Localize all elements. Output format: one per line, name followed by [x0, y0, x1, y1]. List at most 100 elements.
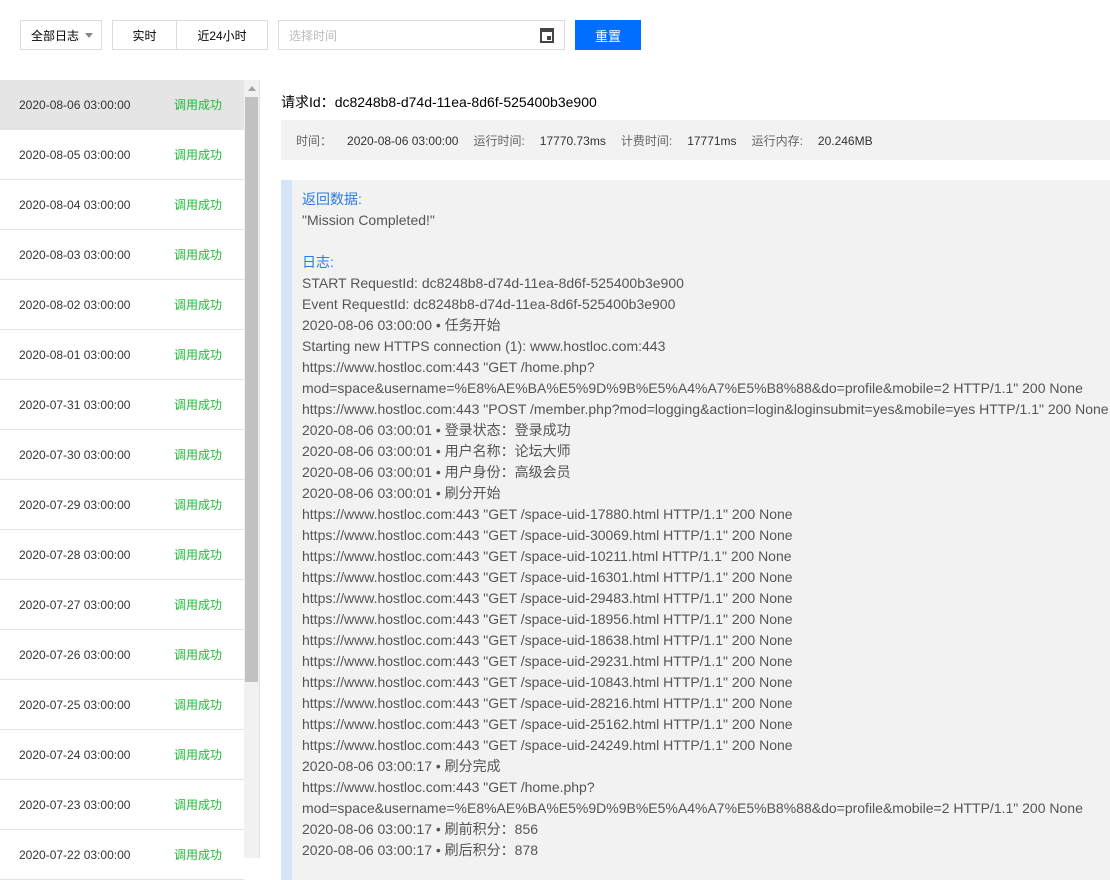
list-item[interactable]: 2020-07-23 03:00:00 调用成功	[0, 780, 244, 830]
log-line: Event RequestId: dc8248b8-d74d-11ea-8d6f…	[302, 296, 676, 312]
meta-memory: 运行内存: 20.246MB	[751, 133, 873, 148]
log-label: 日志:	[302, 254, 334, 270]
list-item[interactable]: 2020-08-05 03:00:00 调用成功	[0, 130, 244, 180]
log-line: https://www.hostloc.com:443 "GET /space-…	[302, 548, 792, 564]
list-item[interactable]: 2020-08-02 03:00:00 调用成功	[0, 280, 244, 330]
log-line: mod=space&username=%E8%AE%BA%E5%9D%9B%E5…	[302, 800, 1083, 816]
list-item-time: 2020-07-23 03:00:00	[19, 797, 131, 812]
realtime-button[interactable]: 实时	[113, 21, 177, 49]
list-item-time: 2020-08-02 03:00:00	[19, 297, 131, 312]
reset-button[interactable]: 重置	[575, 20, 641, 50]
log-line: 2020-08-06 03:00:17 • 刷分完成	[302, 758, 501, 774]
list-item-time: 2020-07-24 03:00:00	[19, 747, 131, 762]
list-item-time: 2020-07-30 03:00:00	[19, 447, 131, 462]
log-line: 2020-08-06 03:00:17 • 刷前积分：856	[302, 821, 539, 837]
list-item-status: 调用成功	[174, 348, 223, 362]
list-item-status: 调用成功	[174, 548, 223, 562]
time-range-segment: 实时 近24小时	[112, 20, 268, 50]
chevron-down-icon	[85, 32, 94, 38]
log-line: https://www.hostloc.com:443 "GET /space-…	[302, 695, 793, 711]
list-item[interactable]: 2020-08-01 03:00:00 调用成功	[0, 330, 244, 380]
invocation-meta: 时间： 2020-08-06 03:00:00 运行时间: 17770.73ms 计…	[281, 120, 1110, 160]
list-item-status: 调用成功	[174, 448, 223, 462]
request-id: 请求Id：dc8248b8-d74d-11ea-8d6f-525400b3e90…	[281, 92, 597, 112]
log-line: https://www.hostloc.com:443 "GET /space-…	[302, 653, 793, 669]
log-line: https://www.hostloc.com:443 "GET /home.p…	[302, 359, 595, 375]
list-item[interactable]: 2020-07-27 03:00:00 调用成功	[0, 580, 244, 630]
list-item-status: 调用成功	[174, 798, 223, 812]
log-line: 2020-08-06 03:00:00 • 任务开始	[302, 317, 501, 333]
list-item-time: 2020-08-06 03:00:00	[19, 97, 131, 112]
log-line: https://www.hostloc.com:443 "GET /space-…	[302, 632, 793, 648]
log-line: mod=space&username=%E8%AE%BA%E5%9D%9B%E5…	[302, 380, 1083, 396]
list-item[interactable]: 2020-07-26 03:00:00 调用成功	[0, 630, 244, 680]
scroll-up-icon[interactable]	[248, 86, 256, 91]
log-line: 2020-08-06 03:00:01 • 刷分开始	[302, 485, 501, 501]
request-id-value: dc8248b8-d74d-11ea-8d6f-525400b3e900	[334, 94, 597, 110]
list-item-status: 调用成功	[174, 198, 223, 212]
meta-time: 时间： 2020-08-06 03:00:00	[296, 133, 459, 148]
list-item-status: 调用成功	[174, 648, 223, 662]
meta-run-time: 运行时间: 17770.73ms	[473, 133, 606, 148]
log-line: Starting new HTTPS connection (1): www.h…	[302, 338, 666, 354]
log-line: 2020-08-06 03:00:01 • 用户身份：高级会员	[302, 464, 571, 480]
list-item-time: 2020-07-27 03:00:00	[19, 597, 131, 612]
request-id-label: 请求Id：	[281, 94, 335, 110]
list-item-status: 调用成功	[174, 698, 223, 712]
log-line: https://www.hostloc.com:443 "GET /space-…	[302, 716, 793, 732]
list-item-time: 2020-07-25 03:00:00	[19, 697, 131, 712]
list-item-time: 2020-08-04 03:00:00	[19, 197, 131, 212]
list-item[interactable]: 2020-07-30 03:00:00 调用成功	[0, 430, 244, 480]
log-line: https://www.hostloc.com:443 "GET /space-…	[302, 527, 793, 543]
log-line: 2020-08-06 03:00:01 • 用户名称：论坛大师	[302, 443, 571, 459]
list-item-time: 2020-07-28 03:00:00	[19, 547, 131, 562]
log-line: 2020-08-06 03:00:01 • 登录状态：登录成功	[302, 422, 571, 438]
invocation-list: 2020-08-06 03:00:00 调用成功 2020-08-05 03:00:…	[0, 80, 244, 880]
calendar-icon[interactable]	[540, 28, 554, 43]
log-line: https://www.hostloc.com:443 "GET /space-…	[302, 569, 793, 585]
list-item[interactable]: 2020-08-06 03:00:00 调用成功	[0, 80, 244, 130]
list-item-status: 调用成功	[174, 598, 223, 612]
list-item[interactable]: 2020-07-25 03:00:00 调用成功	[0, 680, 244, 730]
list-item-status: 调用成功	[174, 98, 223, 112]
log-line: https://www.hostloc.com:443 "GET /home.p…	[302, 779, 595, 795]
toolbar: 全部日志 实时 近24小时 选择时间 重置	[20, 20, 641, 50]
meta-billed-time: 计费时间: 17771ms	[620, 133, 737, 148]
scrollbar-thumb[interactable]	[245, 97, 258, 682]
list-item[interactable]: 2020-08-04 03:00:00 调用成功	[0, 180, 244, 230]
list-item[interactable]: 2020-07-31 03:00:00 调用成功	[0, 380, 244, 430]
list-item-time: 2020-07-29 03:00:00	[19, 497, 131, 512]
log-line: https://www.hostloc.com:443 "GET /space-…	[302, 506, 793, 522]
log-line: https://www.hostloc.com:443 "GET /space-…	[302, 590, 793, 606]
list-item-status: 调用成功	[174, 848, 223, 862]
list-item[interactable]: 2020-07-24 03:00:00 调用成功	[0, 730, 244, 780]
return-data-label: 返回数据:	[302, 191, 362, 207]
log-line: START RequestId: dc8248b8-d74d-11ea-8d6f…	[302, 275, 684, 291]
list-item-time: 2020-07-22 03:00:00	[19, 847, 131, 862]
log-filter-value: 全部日志	[31, 28, 80, 43]
list-item[interactable]: 2020-07-28 03:00:00 调用成功	[0, 530, 244, 580]
log-line: https://www.hostloc.com:443 "GET /space-…	[302, 737, 793, 753]
list-item-time: 2020-08-05 03:00:00	[19, 147, 131, 162]
log-line: https://www.hostloc.com:443 "GET /space-…	[302, 611, 793, 627]
last-24h-button[interactable]: 近24小时	[177, 21, 267, 49]
list-item-status: 调用成功	[174, 498, 223, 512]
return-data-value: "Mission Completed!"	[302, 212, 435, 228]
date-placeholder: 选择时间	[289, 28, 338, 43]
list-item-status: 调用成功	[174, 298, 223, 312]
list-item-time: 2020-07-31 03:00:00	[19, 397, 131, 412]
log-line: https://www.hostloc.com:443 "GET /space-…	[302, 674, 793, 690]
list-item[interactable]: 2020-07-29 03:00:00 调用成功	[0, 480, 244, 530]
log-filter-select[interactable]: 全部日志	[20, 20, 102, 50]
log-output: 返回数据: "Mission Completed!" 日志: START Req…	[281, 180, 1110, 880]
date-picker-input[interactable]: 选择时间	[278, 20, 565, 50]
list-item-status: 调用成功	[174, 748, 223, 762]
list-scrollbar[interactable]	[244, 80, 260, 858]
list-item-time: 2020-07-26 03:00:00	[19, 647, 131, 662]
list-item-time: 2020-08-01 03:00:00	[19, 347, 131, 362]
list-item-status: 调用成功	[174, 248, 223, 262]
list-item[interactable]: 2020-07-22 03:00:00 调用成功	[0, 830, 244, 880]
list-item-status: 调用成功	[174, 148, 223, 162]
log-line: https://www.hostloc.com:443 "POST /membe…	[302, 401, 1109, 417]
list-item[interactable]: 2020-08-03 03:00:00 调用成功	[0, 230, 244, 280]
